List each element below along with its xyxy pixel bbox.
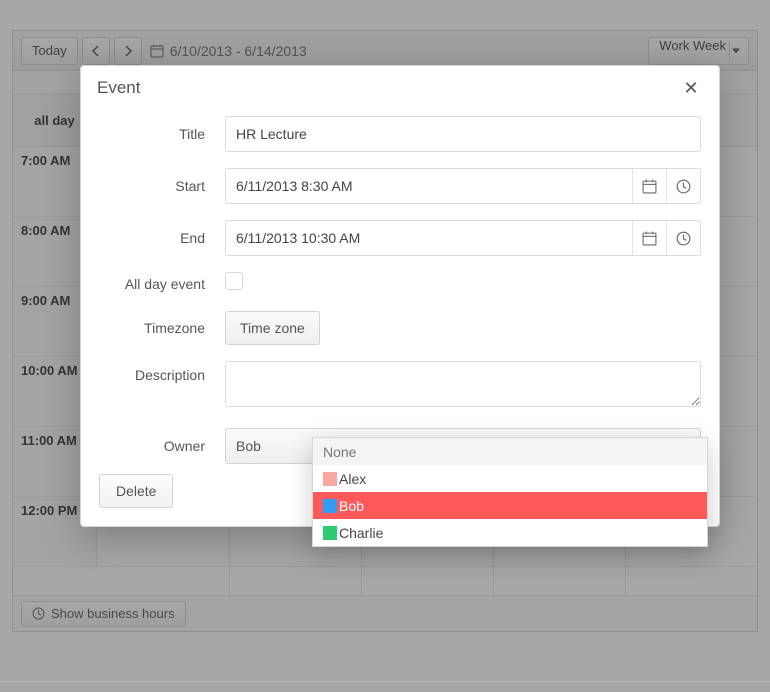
owner-option-charlie[interactable]: Charlie [313,519,707,546]
owner-option-bob[interactable]: Bob [313,492,707,519]
color-swatch-icon [323,499,337,513]
owner-option-none[interactable]: None [313,438,707,465]
close-icon: ✕ [683,78,698,99]
label-end: End [99,230,225,246]
clock-icon [676,231,691,246]
label-description: Description [99,361,225,383]
end-date-picker-button[interactable] [632,221,666,255]
title-input[interactable] [225,116,701,152]
owner-option-label: Charlie [339,525,383,541]
dialog-header: Event ✕ [81,66,719,110]
start-input[interactable] [225,168,701,204]
end-time-picker-button[interactable] [666,221,700,255]
label-allday: All day event [99,276,225,292]
clock-icon [676,179,691,194]
calendar-icon [642,231,657,246]
owner-option-label: Bob [339,498,364,514]
owner-option-label: Alex [339,471,366,487]
description-textarea[interactable] [225,361,701,407]
owner-dropdown-list: None Alex Bob Charlie [312,437,708,547]
owner-selected-label: Bob [236,438,261,454]
label-title: Title [99,126,225,142]
allday-checkbox[interactable] [225,272,243,290]
end-input[interactable] [225,220,701,256]
owner-option-label: None [323,444,356,460]
dialog-title: Event [97,78,140,98]
close-button[interactable]: ✕ [679,76,703,100]
color-swatch-icon [323,472,337,486]
calendar-icon [642,179,657,194]
color-swatch-icon [323,526,337,540]
label-timezone: Timezone [99,320,225,336]
label-owner: Owner [99,438,225,454]
start-date-picker-button[interactable] [632,169,666,203]
owner-option-alex[interactable]: Alex [313,465,707,492]
label-start: Start [99,178,225,194]
delete-button[interactable]: Delete [99,474,173,508]
timezone-button[interactable]: Time zone [225,311,320,345]
start-time-picker-button[interactable] [666,169,700,203]
